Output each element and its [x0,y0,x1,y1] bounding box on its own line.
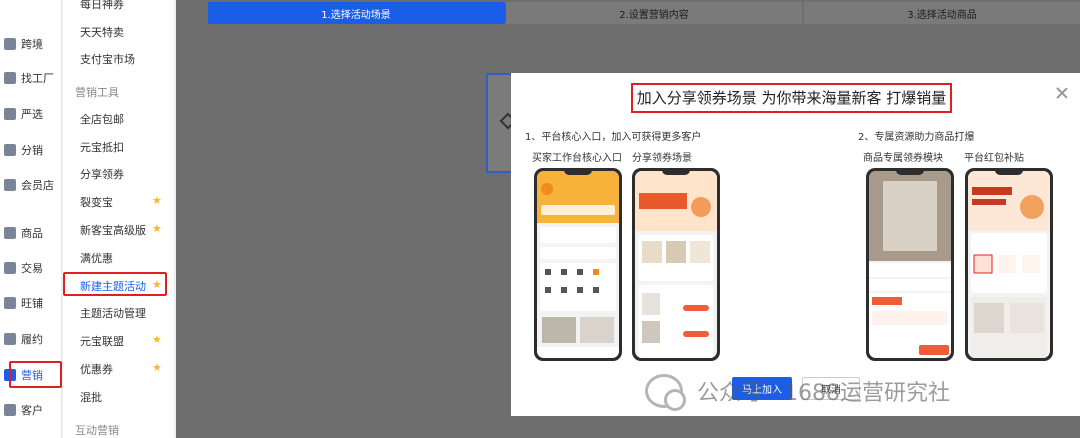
nav2-group-interactive-marketing: 互动营销 [75,424,119,437]
phone-mockup-red-packet [965,168,1053,361]
modal-title: 加入分享领券场景 为你带来海量新客 打爆销量 [636,89,947,107]
step-2: 2.设置营销内容 [506,2,802,24]
factory-icon [4,72,16,84]
star-icon: ★ [152,194,162,207]
phone-mockup-share-coupon [632,168,720,361]
phone-mockup-buyer-entry [534,168,622,361]
nav2-item[interactable]: 分享领券 [80,166,124,182]
promo-modal: 加入分享领券场景 为你带来海量新客 打爆销量 1、平台核心入口，加入可获得更多客… [511,73,1080,416]
column-label: 分享领券场景 [632,153,692,164]
marketing-highlight-box [9,361,62,388]
user-icon [4,404,16,416]
nav2-item[interactable]: 元宝联盟 [80,333,124,349]
nav2-item[interactable]: 新客宝高级版 [80,222,146,238]
nav-item-strict-select[interactable]: 严选 [0,102,62,126]
phone-mockup-product-coupon [866,168,954,361]
diamond-icon [4,179,16,191]
nav-item-trade[interactable]: 交易 [0,256,62,280]
nav2-item[interactable]: 主题活动管理 [80,305,146,321]
new-theme-highlight-box [63,272,167,296]
nav2-item[interactable]: 裂变宝 [80,194,113,210]
nav2-item[interactable]: 每日神券 [80,0,124,12]
nav2-item[interactable]: 天天特卖 [80,24,124,40]
nav-item-products[interactable]: 商品 [0,221,62,245]
column-label: 买家工作台核心入口 [532,153,622,164]
order-icon [4,262,16,274]
modal-title-highlight: 加入分享领券场景 为你带来海量新客 打爆销量 [631,83,952,113]
nav-item-shop[interactable]: 旺铺 [0,291,62,315]
step-1: 1.选择活动场景 [208,2,514,24]
store-icon [4,297,16,309]
nav-item-customers[interactable]: 客户 [0,398,62,422]
nav2-item[interactable]: 满优惠 [80,250,113,266]
share-coupon-screen-graphic [635,171,717,358]
nav-item-fulfillment[interactable]: 履约 [0,327,62,351]
nav2-item[interactable]: 优惠券 [80,361,113,377]
nav2-item[interactable]: 混批 [80,389,102,405]
buyer-screen-graphic [537,171,619,358]
nav2-item[interactable]: 全店包邮 [80,111,124,127]
factory-icon [4,108,16,120]
nav-item-member-store[interactable]: 会员店 [0,173,62,197]
nav2-group-marketing-tools: 营销工具 [75,86,119,99]
truck-icon [4,333,16,345]
close-icon[interactable] [1056,87,1068,99]
nav-item-cross-border[interactable]: 跨境 [0,32,62,56]
product-coupon-screen-graphic [869,171,951,358]
step-3: 3.选择活动商品 [804,2,1080,24]
watermark: 公众号 · 1688运营研究社 [645,373,950,411]
column-label: 平台红包补贴 [964,153,1024,164]
section-1-title: 1、平台核心入口，加入可获得更多客户 [525,132,702,143]
nav-item-distribution[interactable]: 分销 [0,138,62,162]
box-icon [4,227,16,239]
globe-icon [4,38,16,50]
step-bar: 1.选择活动场景 2.设置营销内容 3.选择活动商品 [208,0,1080,26]
wechat-icon [645,374,686,411]
nav2-item[interactable]: 元宝抵扣 [80,139,124,155]
red-packet-screen-graphic [968,171,1050,358]
secondary-nav: 每日神券 天天特卖 支付宝市场 营销工具 全店包邮 元宝抵扣 分享领券 裂变宝 … [63,0,175,438]
section-2-title: 2、专属资源助力商品打爆 [858,132,975,143]
share-icon [4,144,16,156]
star-icon: ★ [152,333,162,346]
column-label: 商品专属领券模块 [863,153,943,164]
star-icon: ★ [152,361,162,374]
star-icon: ★ [152,222,162,235]
watermark-text: 公众号 · 1688运营研究社 [697,381,950,406]
nav-item-factory[interactable]: 找工厂 [0,66,62,90]
nav2-item[interactable]: 支付宝市场 [80,51,135,67]
